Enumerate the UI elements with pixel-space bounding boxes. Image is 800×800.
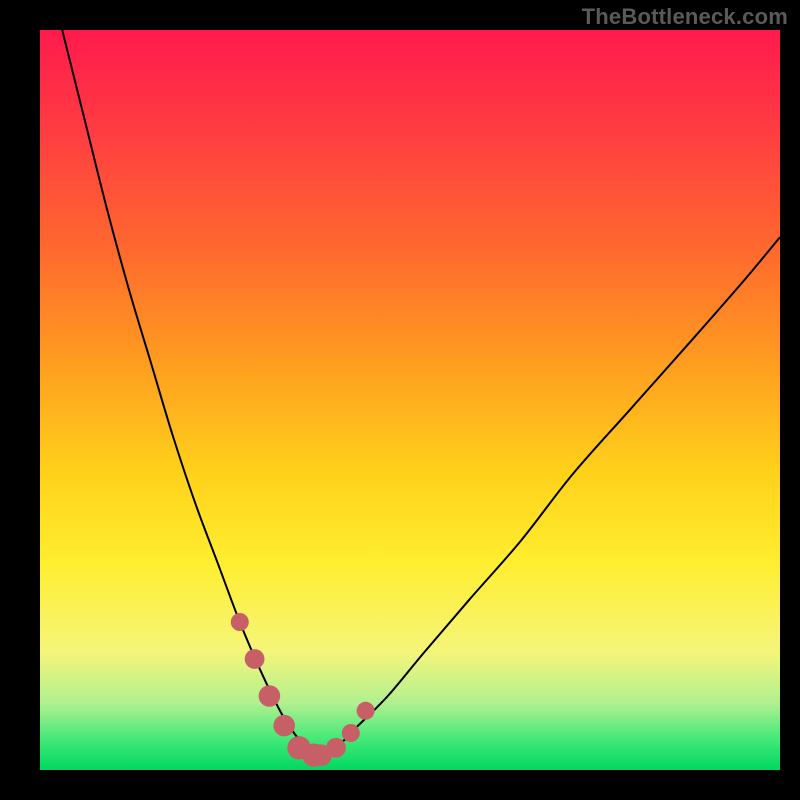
bottleneck-curve bbox=[62, 30, 780, 755]
watermark-text: TheBottleneck.com bbox=[582, 4, 788, 30]
chart-frame: TheBottleneck.com bbox=[0, 0, 800, 800]
curve-layer bbox=[40, 30, 780, 770]
marker-dot bbox=[245, 649, 265, 669]
marker-dot bbox=[259, 685, 281, 707]
marker-dot bbox=[231, 613, 249, 631]
highlighted-range bbox=[231, 613, 375, 767]
marker-dot bbox=[273, 715, 295, 737]
marker-dot bbox=[357, 702, 375, 720]
marker-dot bbox=[326, 738, 346, 758]
plot-area bbox=[40, 30, 780, 770]
marker-dot bbox=[342, 724, 360, 742]
